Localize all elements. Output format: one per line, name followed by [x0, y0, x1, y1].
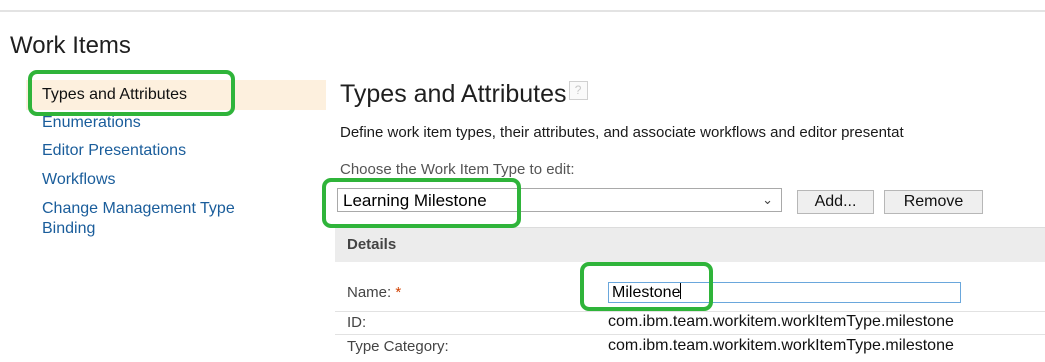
row-divider — [335, 334, 1045, 335]
work-item-type-select[interactable]: Learning Milestone ⌄ — [337, 188, 782, 212]
sidebar-item-workflows[interactable]: Workflows — [26, 170, 326, 190]
name-input-value: Milestone — [612, 284, 681, 301]
text-caret — [680, 283, 682, 299]
details-section-header: Details — [335, 227, 1045, 262]
help-icon[interactable]: ? — [568, 81, 588, 100]
name-input[interactable]: Milestone — [608, 282, 961, 303]
type-category-label: Type Category: — [347, 338, 449, 355]
content-title-text: Types and Attributes — [340, 80, 567, 108]
remove-button[interactable]: Remove — [884, 190, 983, 214]
name-label: Name: * — [347, 284, 401, 301]
row-divider — [335, 311, 1045, 312]
section-title: Work Items — [10, 32, 131, 59]
choose-type-label: Choose the Work Item Type to edit: — [340, 161, 575, 178]
work-item-type-select-value: Learning Milestone — [343, 191, 487, 210]
top-divider — [0, 10, 1045, 12]
sidebar-item-editor-presentations[interactable]: Editor Presentations — [26, 141, 326, 161]
add-button[interactable]: Add... — [797, 190, 874, 214]
page-description: Define work item types, their attributes… — [340, 124, 904, 141]
type-category-value: com.ibm.team.workitem.workItemType.miles… — [608, 337, 954, 354]
sidebar-item-types-and-attributes[interactable]: Types and Attributes — [26, 80, 326, 110]
sidebar-nav: Types and Attributes Enumerations Editor… — [26, 80, 326, 239]
content-title: Types and Attributes? — [340, 80, 588, 109]
sidebar-item-change-management-type-binding[interactable]: Change Management Type Binding — [26, 199, 282, 239]
name-label-text: Name: — [347, 284, 392, 301]
id-label: ID: — [347, 314, 367, 331]
details-header-label: Details — [347, 236, 397, 253]
id-value: com.ibm.team.workitem.workItemType.miles… — [608, 313, 954, 330]
required-marker: * — [395, 284, 402, 301]
chevron-down-icon[interactable]: ⌄ — [762, 192, 773, 208]
sidebar-item-enumerations[interactable]: Enumerations — [26, 113, 326, 133]
